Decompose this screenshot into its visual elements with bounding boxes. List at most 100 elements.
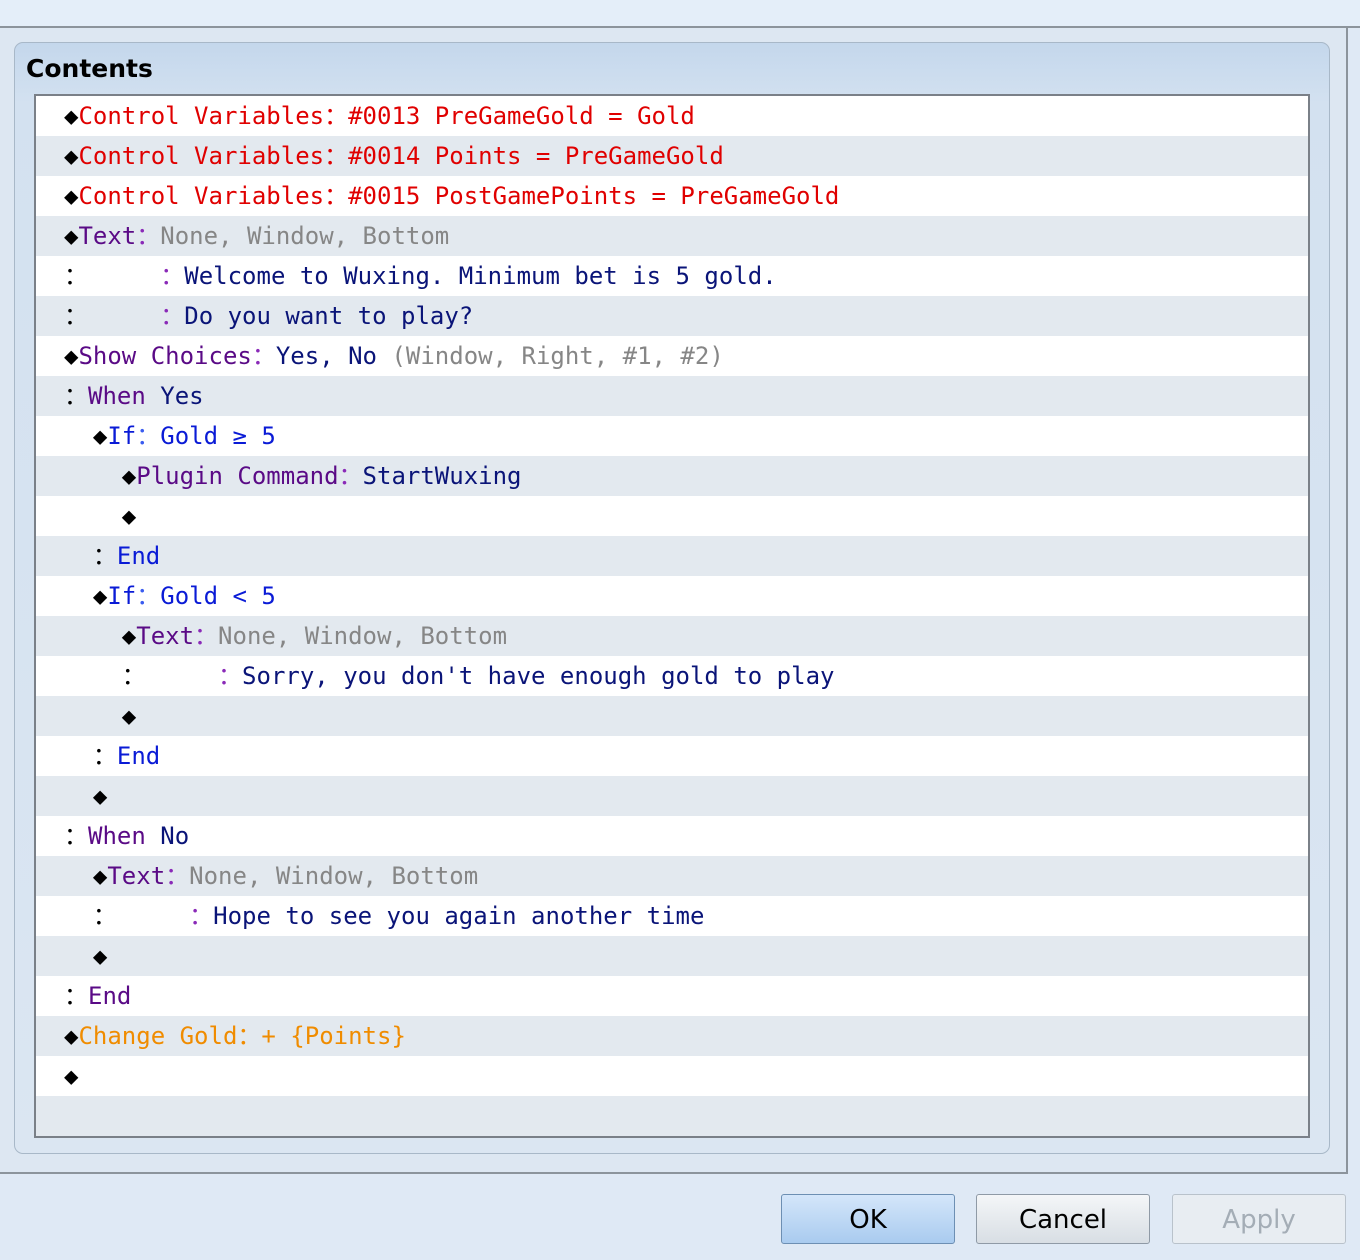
event-command-segment: ◆ <box>64 1022 79 1050</box>
event-command-segment: ◆ <box>64 702 137 730</box>
event-command-segment: None, Window, Bottom <box>218 622 508 650</box>
event-command-segment: If <box>107 582 137 610</box>
event-command-segment: #0015 PostGamePoints = PreGameGold <box>348 182 840 210</box>
event-command-list[interactable]: ◆Control Variables：#0013 PreGameGold = G… <box>34 94 1310 1138</box>
event-command-segment: ◆ <box>64 782 108 810</box>
event-command-segment: Yes, No <box>275 342 377 370</box>
event-command-row[interactable]: ◆Text：None, Window, Bottom <box>36 616 1308 656</box>
event-command-row[interactable]: ：When Yes <box>36 376 1308 416</box>
event-command-row[interactable]: ： ：Do you want to play? <box>36 296 1308 336</box>
event-command-segment: ： <box>160 262 185 290</box>
event-command-segment: Gold < 5 <box>160 582 276 610</box>
event-command-segment: ： <box>136 422 161 450</box>
event-command-segment: ： <box>64 542 117 570</box>
event-command-segment: End <box>116 542 161 570</box>
event-command-segment: End <box>88 982 132 1010</box>
event-command-segment: Control Variables <box>78 182 325 210</box>
event-command-segment: No <box>145 822 190 850</box>
event-command-segment: When <box>88 382 146 410</box>
event-command-row[interactable]: ◆If：Gold < 5 <box>36 576 1308 616</box>
event-command-segment: #0013 PreGameGold = Gold <box>348 102 695 130</box>
event-command-segment: Text <box>136 622 195 650</box>
empty-row[interactable] <box>36 1096 1308 1136</box>
event-command-segment: ： <box>338 462 363 490</box>
event-command-segment: ◆ <box>64 422 108 450</box>
event-command-segment: Gold ≥ 5 <box>160 422 276 450</box>
event-command-segment: ： <box>165 862 190 890</box>
event-command-segment: Do you want to play? <box>184 302 474 330</box>
event-command-row[interactable]: ◆If：Gold ≥ 5 <box>36 416 1308 456</box>
event-command-row[interactable]: ： ：Sorry, you don't have enough gold to … <box>36 656 1308 696</box>
event-command-segment <box>146 662 218 690</box>
event-command-segment: Change Gold <box>78 1022 238 1050</box>
apply-button[interactable]: Apply <box>1172 1194 1346 1244</box>
event-command-row[interactable]: ◆Text：None, Window, Bottom <box>36 216 1308 256</box>
event-command-segment: End <box>116 742 161 770</box>
event-command-segment: Welcome to Wuxing. Minimum bet is 5 gold… <box>184 262 777 290</box>
event-command-row[interactable]: ：End <box>36 976 1308 1016</box>
event-command-segment: ： <box>194 622 219 650</box>
event-command-row[interactable]: ◆Control Variables：#0013 PreGameGold = G… <box>36 96 1308 136</box>
event-command-row[interactable]: ◆Change Gold：+ {Points} <box>36 1016 1308 1056</box>
event-command-segment: ◆ <box>64 182 79 210</box>
event-command-segment: ： <box>64 262 88 290</box>
event-command-segment: ： <box>64 382 88 410</box>
event-command-segment: ： <box>64 902 117 930</box>
event-command-segment: ◆ <box>64 582 108 610</box>
event-command-segment: ◆ <box>64 862 108 890</box>
event-command-segment: Sorry, you don't have enough gold to pla… <box>242 662 835 690</box>
event-command-segment: Control Variables <box>78 142 325 170</box>
event-command-segment: Hope to see you again another time <box>213 902 705 930</box>
event-command-segment: StartWuxing <box>362 462 522 490</box>
event-command-row[interactable]: ◆ <box>36 776 1308 816</box>
event-command-segment: ◆ <box>64 142 79 170</box>
event-command-segment: When <box>88 822 146 850</box>
event-command-row[interactable]: ： ：Hope to see you again another time <box>36 896 1308 936</box>
event-command-segment: ： <box>189 902 214 930</box>
event-command-row[interactable]: ：End <box>36 536 1308 576</box>
event-command-row[interactable]: ◆Plugin Command：StartWuxing <box>36 456 1308 496</box>
event-command-segment: None, Window, Bottom <box>160 222 450 250</box>
event-command-segment: ： <box>64 302 88 330</box>
event-command-segment: Text <box>78 222 137 250</box>
event-command-segment: ◆ <box>64 622 137 650</box>
window-top-strip <box>0 0 1360 28</box>
event-command-row[interactable]: ◆ <box>36 936 1308 976</box>
event-command-row[interactable]: ◆Control Variables：#0014 Points = PreGam… <box>36 136 1308 176</box>
ok-button[interactable]: OK <box>781 1194 955 1244</box>
event-command-segment: ： <box>218 662 243 690</box>
event-command-row[interactable]: ：End <box>36 736 1308 776</box>
event-command-segment: ： <box>160 302 185 330</box>
event-command-segment: ： <box>64 982 88 1010</box>
event-command-row[interactable]: ： ：Welcome to Wuxing. Minimum bet is 5 g… <box>36 256 1308 296</box>
event-command-segment: Yes <box>145 382 204 410</box>
event-command-row[interactable]: ◆ <box>36 1056 1308 1096</box>
event-command-segment: ◆ <box>64 102 79 130</box>
event-command-segment: + {Points} <box>261 1022 406 1050</box>
event-command-segment: ： <box>237 1022 262 1050</box>
event-command-segment: ： <box>64 742 117 770</box>
event-command-segment: Text <box>107 862 166 890</box>
event-command-segment: #0014 Points = PreGameGold <box>348 142 724 170</box>
event-command-segment <box>88 302 160 330</box>
event-command-row[interactable]: ：When No <box>36 816 1308 856</box>
event-command-segment: ： <box>136 582 161 610</box>
event-command-segment: (Window, Right, #1, #2) <box>377 342 724 370</box>
contents-group-title: Contents <box>26 54 153 83</box>
event-command-row[interactable]: ◆ <box>36 696 1308 736</box>
event-command-row[interactable]: ◆Control Variables：#0015 PostGamePoints … <box>36 176 1308 216</box>
event-command-segment: ： <box>324 142 349 170</box>
event-command-row[interactable]: ◆Text：None, Window, Bottom <box>36 856 1308 896</box>
event-command-segment: ： <box>324 182 349 210</box>
event-command-segment <box>117 902 189 930</box>
event-command-row[interactable]: ◆Show Choices：Yes, No (Window, Right, #1… <box>36 336 1308 376</box>
event-command-segment: ◆ <box>64 942 108 970</box>
event-command-segment: ◆ <box>64 342 79 370</box>
event-command-segment: None, Window, Bottom <box>189 862 479 890</box>
event-command-segment: ： <box>64 822 88 850</box>
cancel-button[interactable]: Cancel <box>976 1194 1150 1244</box>
event-command-segment: ◆ <box>64 222 79 250</box>
event-command-segment: Control Variables <box>78 102 325 130</box>
event-command-row[interactable]: ◆ <box>36 496 1308 536</box>
event-command-segment: ： <box>64 662 146 690</box>
